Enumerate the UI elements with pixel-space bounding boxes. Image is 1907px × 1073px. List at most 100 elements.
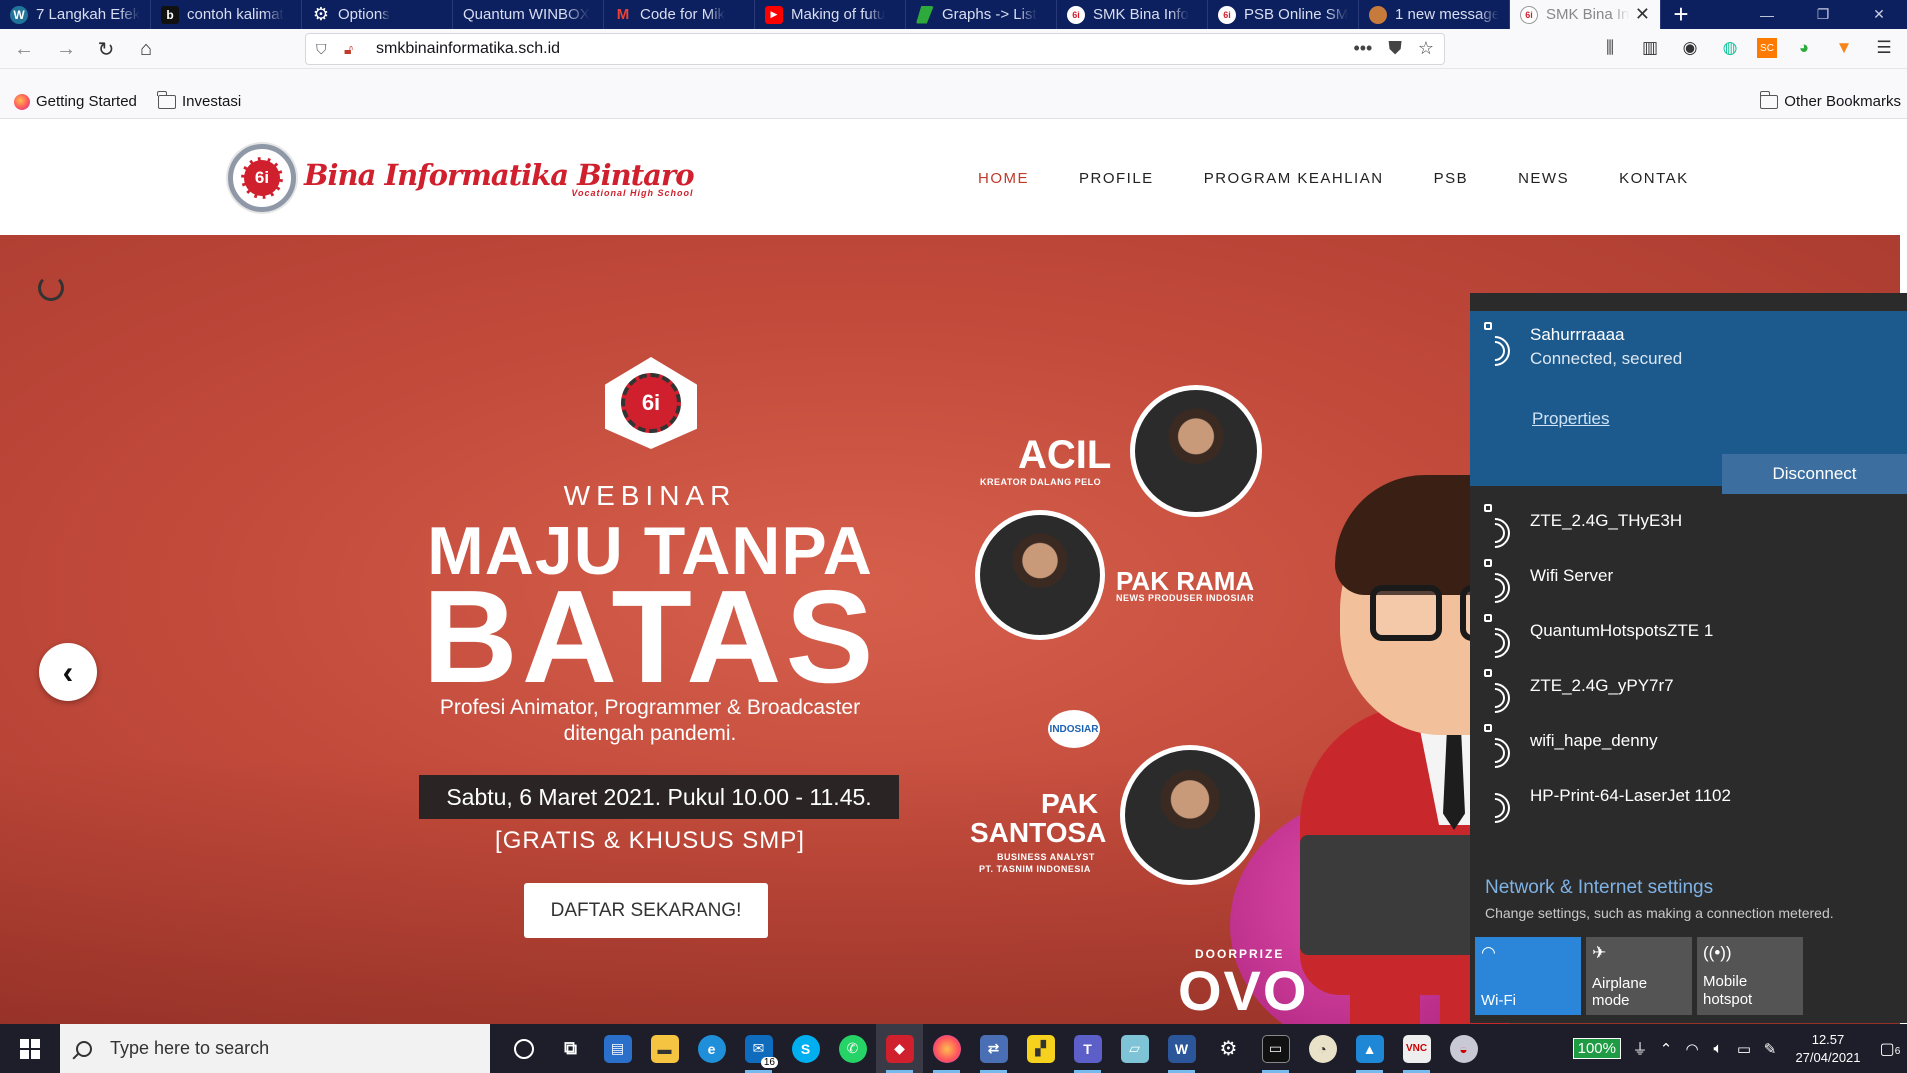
browser-tab[interactable]: 1 new message bbox=[1359, 0, 1510, 29]
new-tab-button[interactable]: + bbox=[1661, 0, 1701, 29]
network-settings-description: Change settings, such as making a connec… bbox=[1485, 905, 1834, 921]
battery-indicator[interactable]: 100% bbox=[1572, 1038, 1621, 1059]
menu-profile[interactable]: PROFILE bbox=[1079, 170, 1154, 187]
taskbar-app[interactable]: T bbox=[1064, 1024, 1111, 1073]
slider-prev-button[interactable]: ‹ bbox=[39, 643, 97, 701]
account-icon[interactable]: ◉ bbox=[1677, 35, 1703, 61]
loading-spinner-icon bbox=[38, 275, 64, 301]
shield-icon[interactable]: ⛉ bbox=[316, 41, 336, 58]
start-button[interactable] bbox=[0, 1024, 60, 1073]
taskbar-app[interactable]: S bbox=[782, 1024, 829, 1073]
battery-icon[interactable]: ▭ bbox=[1731, 1040, 1757, 1058]
wifi-toggle[interactable]: ◠ Wi-Fi bbox=[1475, 937, 1581, 1015]
taskbar-app[interactable]: W bbox=[1158, 1024, 1205, 1073]
app-icon: ◒ bbox=[1449, 1034, 1478, 1063]
taskbar-app[interactable]: ◒ bbox=[1440, 1024, 1487, 1073]
wifi-network-item[interactable]: Wifi Server bbox=[1470, 548, 1907, 610]
plug-icon[interactable]: ⏚ bbox=[1627, 1038, 1653, 1059]
browser-tab[interactable]: W7 Langkah Efektif bbox=[0, 0, 151, 29]
minimize-icon[interactable]: — bbox=[1739, 0, 1795, 29]
menu-psb[interactable]: PSB bbox=[1434, 170, 1469, 187]
taskbar-app[interactable]: ◔ bbox=[1299, 1024, 1346, 1073]
disconnect-button[interactable]: Disconnect bbox=[1722, 454, 1907, 494]
back-arrow-icon[interactable]: ← bbox=[10, 35, 38, 63]
bookmark-getting-started[interactable]: Getting Started bbox=[14, 93, 137, 110]
taskbar-app[interactable]: ▲ bbox=[1346, 1024, 1393, 1073]
taskbar-app[interactable]: ▬ bbox=[641, 1024, 688, 1073]
cortana-button[interactable] bbox=[500, 1024, 547, 1073]
library-icon[interactable]: ⫼ bbox=[1597, 35, 1623, 61]
wifi-network-item[interactable]: ZTE_2.4G_THyE3H bbox=[1470, 493, 1907, 555]
taskbar-app[interactable]: ▭ bbox=[1252, 1024, 1299, 1073]
browser-tab-active[interactable]: 6i SMK Bina In ✕ bbox=[1510, 0, 1661, 29]
more-actions-icon[interactable]: ••• bbox=[1353, 38, 1372, 59]
wifi-network-item[interactable]: ZTE_2.4G_yPY7r7 bbox=[1470, 658, 1907, 720]
browser-tab[interactable]: M Code for Mik bbox=[604, 0, 755, 29]
metamask-icon[interactable]: ▼ bbox=[1831, 35, 1857, 61]
teams-icon: T bbox=[1073, 1034, 1102, 1063]
taskbar-search[interactable]: Type here to search bbox=[60, 1024, 490, 1073]
menu-program-keahlian[interactable]: PROGRAM KEAHLIAN bbox=[1204, 170, 1384, 187]
menu-news[interactable]: NEWS bbox=[1518, 170, 1569, 187]
browser-tab[interactable]: Graphs -> List bbox=[906, 0, 1057, 29]
task-view-button[interactable]: ⧉ bbox=[547, 1024, 594, 1073]
taskbar-app[interactable]: ⚙ bbox=[1205, 1024, 1252, 1073]
wifi-network-item[interactable]: wifi_hape_denny bbox=[1470, 713, 1907, 775]
browser-tab[interactable]: ▶ Making of futu bbox=[755, 0, 906, 29]
bookmark-investasi[interactable]: Investasi bbox=[157, 90, 241, 110]
taskbar-app[interactable]: ▞ bbox=[1017, 1024, 1064, 1073]
sidebar-icon[interactable]: ▥ bbox=[1637, 35, 1663, 61]
menu-home[interactable]: HOME bbox=[978, 170, 1029, 187]
forward-arrow-icon[interactable]: → bbox=[52, 35, 80, 63]
browser-tab[interactable]: Quantum WINBOX bbox=[453, 0, 604, 29]
globe-extension-icon[interactable]: ◕ bbox=[1791, 35, 1817, 61]
properties-link[interactable]: Properties bbox=[1532, 409, 1609, 429]
chevron-up-icon[interactable]: ⌃ bbox=[1653, 1040, 1679, 1058]
close-window-icon[interactable]: ✕ bbox=[1851, 0, 1907, 29]
taskbar-app[interactable]: ⇄ bbox=[970, 1024, 1017, 1073]
close-tab-icon[interactable]: ✕ bbox=[1635, 4, 1650, 25]
browser-tab[interactable]: b contoh kalimat bbox=[151, 0, 302, 29]
volume-icon[interactable]: 🔈︎ bbox=[1705, 1040, 1731, 1057]
restore-icon[interactable]: ❐ bbox=[1795, 0, 1851, 29]
other-bookmarks[interactable]: Other Bookmarks bbox=[1759, 90, 1901, 110]
menu-kontak[interactable]: KONTAK bbox=[1619, 170, 1689, 187]
menu-icon[interactable]: ☰ bbox=[1871, 35, 1897, 61]
taskbar-app[interactable]: ✆ bbox=[829, 1024, 876, 1073]
url-text[interactable]: smkbinainformatika.sch.id bbox=[376, 40, 560, 58]
wifi-network-item[interactable]: HP-Print-64-LaserJet 1102 bbox=[1470, 768, 1907, 830]
home-icon[interactable]: ⌂ bbox=[132, 35, 160, 63]
browser-tab[interactable]: ⚙ Options bbox=[302, 0, 453, 29]
taskbar-app[interactable] bbox=[923, 1024, 970, 1073]
network-settings-link[interactable]: Network & Internet settings bbox=[1485, 877, 1713, 899]
browser-tab[interactable]: 6i SMK Bina Info bbox=[1057, 0, 1208, 29]
pen-icon[interactable]: ✎ bbox=[1757, 1040, 1783, 1058]
grammarly-icon[interactable]: ◍ bbox=[1717, 35, 1743, 61]
clock[interactable]: 12.57 27/04/2021 bbox=[1783, 1031, 1873, 1067]
gmail-icon: M bbox=[616, 6, 630, 23]
register-button[interactable]: DAFTAR SEKARANG! bbox=[524, 883, 768, 938]
taskbar-app[interactable]: VNC bbox=[1393, 1024, 1440, 1073]
taskbar-app[interactable]: ▱ bbox=[1111, 1024, 1158, 1073]
airplane-mode-toggle[interactable]: ✈ Airplane mode bbox=[1586, 937, 1692, 1015]
site-logo[interactable]: 6i Bina Informatika Bintaro Vocational H… bbox=[228, 144, 695, 212]
taskbar-app[interactable]: ▤ bbox=[594, 1024, 641, 1073]
connected-network[interactable]: Sahurrraaaa Connected, secured Propertie… bbox=[1470, 311, 1907, 494]
pocket-icon[interactable]: ⛊ bbox=[1388, 38, 1402, 59]
taskbar-app[interactable]: ✉ 16 bbox=[735, 1024, 782, 1073]
reload-icon[interactable]: ↻ bbox=[92, 35, 120, 63]
taskbar-app[interactable]: e bbox=[688, 1024, 735, 1073]
wifi-secured-icon bbox=[1473, 559, 1517, 610]
site-header: 6i Bina Informatika Bintaro Vocational H… bbox=[0, 120, 1907, 235]
wifi-network-item[interactable]: QuantumHotspotsZTE 1 bbox=[1470, 603, 1907, 665]
taskbar-app[interactable]: ◆ bbox=[876, 1024, 923, 1073]
mobile-hotspot-toggle[interactable]: ((•)) Mobile hotspot bbox=[1697, 937, 1803, 1015]
notification-center-button[interactable]: ▢6 bbox=[1873, 1039, 1907, 1059]
insecure-lock-icon[interactable]: 🔓︎ bbox=[344, 41, 364, 58]
address-bar[interactable]: ⛉ 🔓︎ smkbinainformatika.sch.id ••• ⛊ ☆ bbox=[305, 33, 1445, 65]
browser-tab[interactable]: 6i PSB Online SM bbox=[1208, 0, 1359, 29]
bookmark-star-icon[interactable]: ☆ bbox=[1418, 38, 1434, 59]
sc-extension-icon[interactable]: SC bbox=[1757, 38, 1777, 58]
wifi-tray-icon[interactable]: ◠ bbox=[1679, 1040, 1705, 1058]
system-tray: 100% ⏚ ⌃ ◠ 🔈︎ ▭ ✎ 12.57 27/04/2021 ▢6 bbox=[1572, 1024, 1907, 1073]
